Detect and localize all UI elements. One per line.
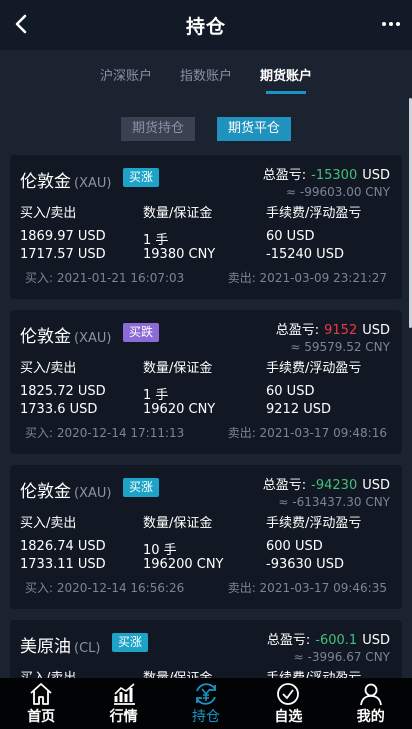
pnl-cny: ≈ -613437.30 CNY (278, 495, 390, 509)
float-pnl: -93630 USD (266, 557, 344, 572)
tab-index[interactable]: 指数账户 (180, 55, 232, 94)
nav-profile[interactable]: 我的 (336, 681, 406, 726)
nav-home[interactable]: 首页 (6, 681, 76, 726)
label-qty-margin: 数量/保证金 (143, 361, 213, 376)
sell-time: 卖出: 2021-03-09 23:21:27 (227, 271, 387, 285)
instrument-code: (XAU) (74, 486, 112, 501)
yen-icon (196, 683, 216, 705)
total-pnl: 总盈亏: 9152 USD (275, 323, 390, 338)
buy-price: 1826.74 USD (20, 539, 106, 554)
label-fee-float: 手续费/浮动盈亏 (266, 667, 361, 678)
buy-price: 1825.72 USD (20, 384, 106, 399)
fee: 60 USD (266, 229, 315, 244)
margin: 196200 CNY (143, 557, 224, 572)
top-bar: 持仓 (0, 0, 412, 50)
trade-times: 买入: 2021-01-21 16:07:03 卖出: 2021-03-09 23… (25, 269, 387, 286)
label-buy-sell: 买入/卖出 (20, 667, 76, 678)
instrument-code: (XAU) (74, 331, 112, 346)
sell-time: 卖出: 2021-03-17 09:48:16 (227, 426, 387, 440)
label-fee-float: 手续费/浮动盈亏 (266, 516, 362, 531)
tab-shanghai-shenzhen[interactable]: 沪深账户 (100, 55, 152, 94)
nav-label: 行情 (109, 709, 138, 725)
buy-time: 买入: 2021-01-21 16:07:03 (25, 271, 185, 285)
buy-time: 买入: 2020-12-14 17:11:13 (25, 426, 185, 440)
more-dots-icon (382, 22, 386, 26)
buy-price: 1869.97 USD (20, 229, 106, 244)
label-qty-margin: 数量/保证金 (143, 667, 212, 678)
chevron-left-icon (15, 14, 27, 34)
direction-badge: 买涨 (123, 168, 160, 187)
position-card[interactable]: 美原油 (CL) 买涨 总盈亏: -600.1 USD ≈ -3996.67 CNY … (10, 620, 402, 678)
sell-price: 1733.11 USD (20, 557, 106, 572)
position-card[interactable]: 伦敦金 (XAU) 买涨 总盈亏: -94230 USD ≈ -613437.30 C… (10, 465, 402, 609)
home-icon (30, 683, 52, 705)
fee: 600 USD (266, 539, 323, 554)
float-pnl: 9212 USD (266, 402, 331, 417)
nav-label: 我的 (356, 709, 385, 725)
position-card[interactable]: 伦敦金 (XAU) 买跌 总盈亏: 9152 USD ≈ 59579.52 CNY 买… (10, 310, 402, 454)
instrument-name: 伦敦金 (XAU) (20, 327, 112, 347)
position-card[interactable]: 伦敦金 (XAU) 买涨 总盈亏: -15300 USD ≈ -99603.00 CN… (10, 155, 402, 299)
direction-badge: 买跌 (123, 323, 160, 342)
label-buy-sell: 买入/卖出 (20, 361, 77, 376)
margin: 19380 CNY (143, 247, 216, 262)
pnl-cny: ≈ -3996.67 CNY (293, 650, 390, 664)
sell-time: 卖出: 2021-03-17 09:46:35 (227, 581, 387, 595)
subtab-holdings[interactable]: 期货持仓 (120, 117, 195, 141)
quantity: 1 手 (143, 388, 169, 403)
tab-futures[interactable]: 期货账户 (260, 55, 312, 94)
account-tabs: 沪深账户 指数账户 期货账户 (0, 50, 412, 98)
back-button[interactable] (10, 12, 34, 36)
instrument-name: 美原油 (CL) (20, 637, 101, 657)
instrument-name: 伦敦金 (XAU) (20, 172, 112, 192)
user-icon (359, 683, 382, 706)
bottom-nav: 首页 行情 持仓 自选 我的 (0, 678, 412, 729)
float-pnl: -15240 USD (266, 247, 344, 262)
label-buy-sell: 买入/卖出 (20, 516, 77, 531)
pnl-cny: ≈ -99603.00 CNY (286, 185, 390, 199)
more-button[interactable] (380, 14, 402, 34)
label-buy-sell: 买入/卖出 (20, 206, 77, 221)
instrument-code: (CL) (74, 641, 101, 656)
position-list: 伦敦金 (XAU) 买涨 总盈亏: -15300 USD ≈ -99603.00 CN… (10, 155, 402, 678)
pnl-value: -600.1 (315, 633, 358, 648)
check-circle-icon (277, 683, 300, 705)
fee: 60 USD (266, 384, 315, 399)
trade-times: 买入: 2020-12-14 17:11:13 卖出: 2021-03-17 09… (25, 424, 387, 441)
nav-label: 首页 (27, 709, 56, 725)
chart-icon (113, 683, 135, 705)
nav-label: 持仓 (191, 709, 220, 725)
direction-badge: 买涨 (123, 478, 160, 497)
direction-badge: 买涨 (112, 633, 149, 652)
pnl-value: -15300 (311, 168, 358, 183)
sell-price: 1733.6 USD (20, 402, 98, 417)
subtab-closed[interactable]: 期货平仓 (217, 117, 292, 141)
page-title: 持仓 (185, 15, 226, 38)
label-qty-margin: 数量/保证金 (143, 516, 213, 531)
nav-watchlist[interactable]: 自选 (253, 681, 323, 726)
total-pnl: 总盈亏: -600.1 USD (266, 633, 390, 648)
quantity: 10 手 (143, 543, 177, 558)
label-qty-margin: 数量/保证金 (143, 206, 213, 221)
trade-times: 买入: 2020-12-14 16:56:26 卖出: 2021-03-17 09… (25, 579, 387, 596)
pnl-value: 9152 (324, 323, 358, 338)
instrument-code: (XAU) (74, 176, 112, 191)
pnl-cny: ≈ 59579.52 CNY (290, 340, 390, 354)
margin: 19620 CNY (143, 402, 216, 417)
buy-time: 买入: 2020-12-14 16:56:26 (25, 581, 185, 595)
nav-label: 自选 (274, 709, 303, 725)
sell-price: 1717.57 USD (20, 247, 106, 262)
nav-market[interactable]: 行情 (89, 681, 159, 726)
instrument-name: 伦敦金 (XAU) (20, 482, 112, 502)
label-fee-float: 手续费/浮动盈亏 (266, 361, 362, 376)
label-fee-float: 手续费/浮动盈亏 (266, 206, 362, 221)
nav-holdings[interactable]: 持仓 (171, 681, 241, 726)
pnl-value: -94230 (311, 478, 358, 493)
total-pnl: 总盈亏: -15300 USD (262, 168, 390, 183)
futures-subtabs: 期货持仓 期货平仓 (0, 117, 412, 141)
total-pnl: 总盈亏: -94230 USD (262, 478, 390, 493)
quantity: 1 手 (143, 233, 169, 248)
